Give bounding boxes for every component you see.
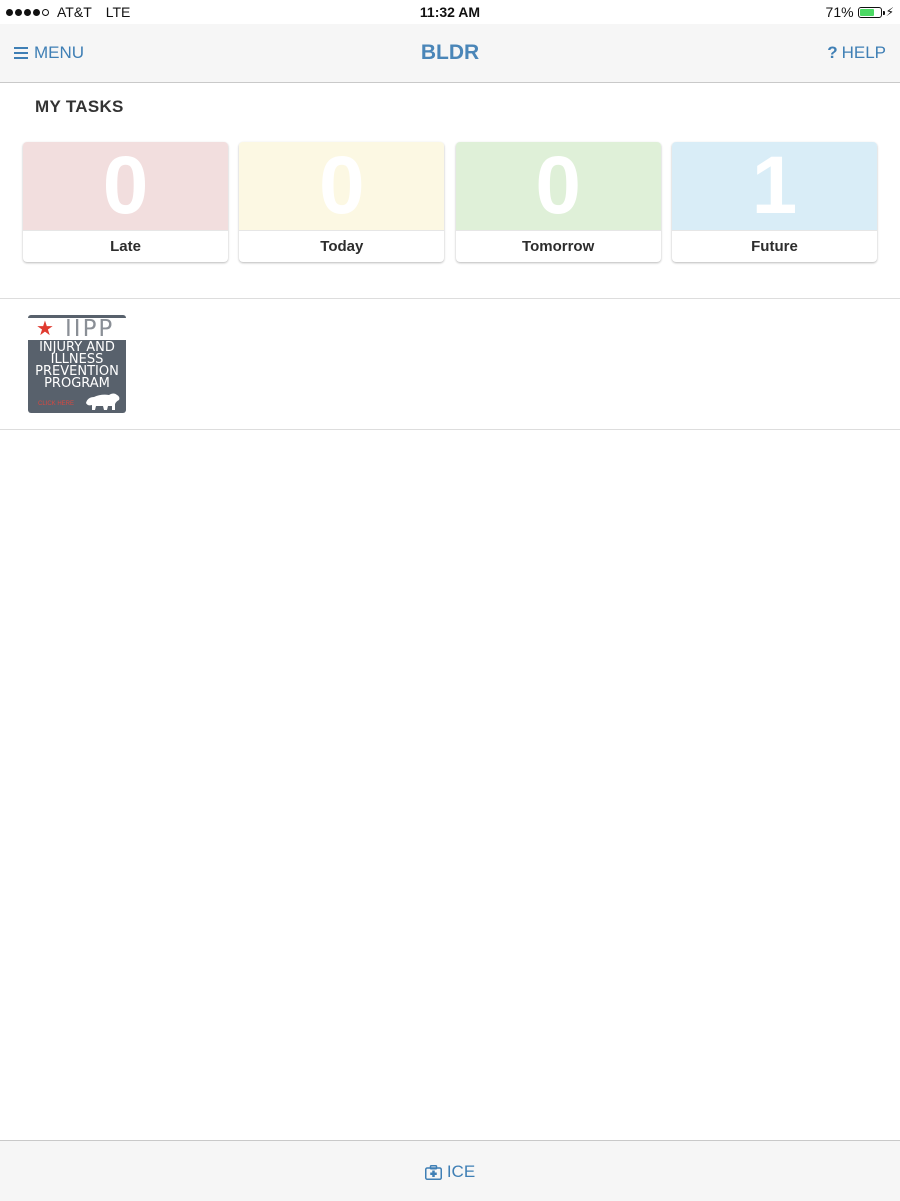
task-label-today: Today — [239, 230, 445, 262]
medical-kit-icon — [424, 1164, 442, 1180]
question-icon: ? — [827, 43, 838, 62]
bear-icon — [86, 393, 120, 410]
status-bar: AT&T LTE 11:32 AM 71% ⚡︎ — [0, 0, 900, 24]
task-count-tomorrow: 0 — [455, 142, 661, 230]
help-label: HELP — [841, 43, 886, 62]
ice-button[interactable]: ICE — [0, 1162, 900, 1182]
ice-label: ICE — [446, 1162, 476, 1181]
iipp-program-logo[interactable]: ★ IIPP INJURY AND ILLNESS PREVENTION PRO… — [28, 315, 126, 413]
task-count-today: 0 — [239, 142, 445, 230]
iipp-click-text: CLICK HERE — [38, 401, 75, 407]
status-right: 71% ⚡︎ — [826, 4, 894, 20]
task-tile-tomorrow[interactable]: 0 Tomorrow — [455, 142, 661, 262]
status-time: 11:32 AM — [419, 4, 481, 20]
task-tiles: 0 Late 0 Today 0 Tomorrow 1 Future — [23, 142, 877, 262]
section-divider — [0, 298, 900, 299]
bottom-toolbar: ICE — [0, 1140, 900, 1201]
battery-icon — [857, 6, 885, 18]
task-label-future: Future — [671, 230, 877, 262]
task-count-late: 0 — [23, 142, 228, 230]
battery-fill — [859, 8, 874, 16]
app-title: BLDR — [420, 41, 480, 64]
my-tasks-title: MY TASKS — [35, 97, 124, 116]
task-tile-late[interactable]: 0 Late — [23, 142, 228, 262]
task-label-tomorrow: Tomorrow — [455, 230, 661, 262]
iipp-logo-text: INJURY AND ILLNESS PREVENTION PROGRAM — [28, 340, 126, 390]
charging-icon: ⚡︎ — [885, 5, 894, 19]
task-tile-future[interactable]: 1 Future — [671, 142, 877, 262]
iipp-letters: IIPP — [65, 316, 115, 342]
star-icon: ★ — [36, 318, 54, 340]
iipp-line: PROGRAM — [44, 376, 110, 391]
nav-bar: MENU BLDR ? HELP — [0, 24, 900, 83]
section-divider — [0, 429, 900, 430]
task-label-late: Late — [23, 230, 228, 262]
task-tile-today[interactable]: 0 Today — [239, 142, 445, 262]
task-count-future: 1 — [671, 142, 877, 230]
help-button[interactable]: ? HELP — [827, 43, 886, 63]
iipp-logo-header: ★ IIPP — [28, 315, 126, 342]
battery-percent: 71% — [825, 4, 854, 20]
